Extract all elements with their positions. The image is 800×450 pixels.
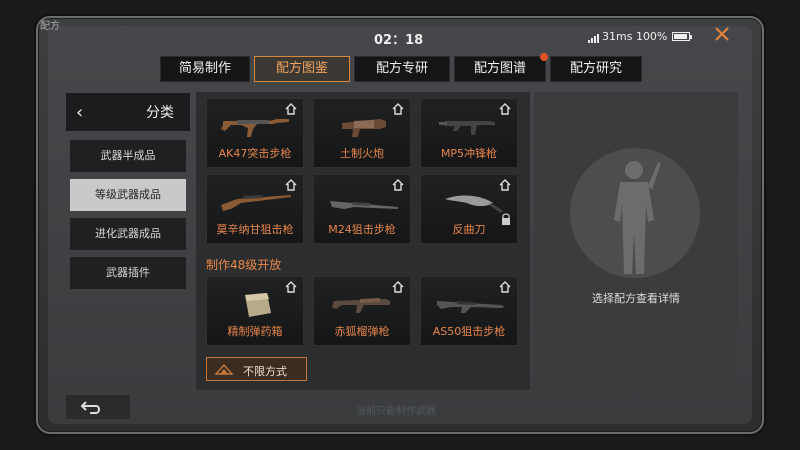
recipe-card-ak47[interactable]: AK47突击步枪 [206, 98, 304, 168]
back-chevron-icon[interactable]: ‹ [76, 102, 100, 123]
recipe-name: 反曲刀 [452, 223, 486, 236]
recipe-name: AS50狙击步枪 [432, 325, 506, 338]
rifle-icon [221, 119, 289, 137]
tab-recipe-atlas[interactable]: 配方图谱 [454, 53, 548, 82]
craft-station-icon [499, 281, 511, 293]
tab-bar: 简易制作 配方图鉴 配方专研 配方图谱 配方研究 [160, 53, 642, 82]
sidebar-item-weapon-parts[interactable]: 武器半成品 [70, 140, 186, 172]
grenade-launcher-icon [332, 298, 390, 313]
sidebar-header: ‹ 分类 [66, 93, 190, 131]
recipe-card-homemade-cannon[interactable]: 土制火炮 [313, 98, 411, 168]
craft-station-icon [499, 103, 511, 115]
cannon-icon [342, 119, 386, 137]
filter-label: 不限方式 [243, 365, 287, 378]
recipe-card-m24[interactable]: M24狙击步枪 [313, 174, 411, 244]
recipe-detail-panel: 选择配方查看详情 [534, 92, 738, 390]
tab-recipe-codex[interactable]: 配方图鉴 [254, 56, 350, 82]
recipe-name: MP5冲锋枪 [440, 147, 498, 160]
footer-hint: 当前只能制作武器 [356, 406, 436, 417]
tab-label: 配方图谱 [473, 61, 526, 76]
section-unlock-label: 制作48级开放 [206, 258, 282, 272]
sniper-icon [330, 201, 398, 209]
battery-icon [672, 32, 692, 41]
recipe-card-ammo-box[interactable]: 精制弹药箱 [206, 276, 304, 346]
recipe-card-mp5[interactable]: MP5冲锋枪 [420, 98, 518, 168]
return-icon [80, 401, 100, 414]
method-filter-button[interactable]: 不限方式 [206, 357, 307, 381]
craft-station-icon [499, 179, 511, 191]
craft-station-icon [285, 179, 297, 191]
recipe-name: AK47突击步枪 [218, 147, 292, 160]
triangle-up-icon [214, 363, 234, 375]
ammo-box-icon [245, 293, 271, 317]
recipe-card-as50[interactable]: AS50狙击步枪 [420, 276, 518, 346]
craft-station-icon [392, 179, 404, 191]
tab-simple-craft[interactable]: 简易制作 [160, 56, 250, 82]
sidebar-item-level-weapons[interactable]: 等级武器成品 [70, 179, 186, 211]
tab-label: 配方专研 [375, 61, 428, 76]
recipe-card-mosin-nagant[interactable]: 莫辛纳甘狙击枪 [206, 174, 304, 244]
soldier-silhouette-icon [614, 161, 661, 274]
recipe-card-grenade-launcher[interactable]: 赤狐榴弹枪 [313, 276, 411, 346]
smg-icon [439, 121, 495, 135]
network-text: 31ms 100% [602, 30, 668, 43]
close-icon [715, 27, 729, 41]
tab-recipe-study[interactable]: 配方专研 [354, 56, 450, 82]
sidebar-item-weapon-mods[interactable]: 武器插件 [70, 257, 186, 289]
window-title: 配方 [40, 21, 60, 32]
craft-station-icon [392, 281, 404, 293]
recipe-card-kukri[interactable]: 反曲刀 [420, 174, 518, 244]
tab-label: 简易制作 [178, 61, 231, 76]
recipe-name: 精制弹药箱 [227, 325, 283, 338]
recipe-name: M24狙击步枪 [328, 223, 396, 236]
craft-station-icon [285, 281, 297, 293]
sidebar-item-evolved-weapons[interactable]: 进化武器成品 [70, 218, 186, 250]
category-sidebar: ‹ 分类 武器半成品 等级武器成品 进化武器成品 武器插件 [66, 93, 190, 289]
sidebar-title: 分类 [146, 105, 174, 121]
network-status: 31ms 100% [588, 30, 667, 43]
craft-station-icon [392, 103, 404, 115]
recipe-name: 赤狐榴弹枪 [334, 325, 390, 338]
clock: 02：18 [374, 33, 424, 48]
close-button[interactable] [712, 25, 732, 45]
tab-label: 配方图鉴 [275, 61, 328, 76]
return-button[interactable] [66, 395, 130, 419]
notification-badge [540, 53, 548, 61]
recipe-name: 土制火炮 [340, 147, 384, 160]
tab-label: 配方研究 [569, 61, 622, 76]
recipe-name: 莫辛纳甘狙击枪 [216, 223, 294, 236]
sniper-icon [221, 195, 291, 211]
machete-icon [445, 195, 503, 213]
tab-recipe-research[interactable]: 配方研究 [550, 56, 642, 82]
detail-hint: 选择配方查看详情 [592, 292, 680, 305]
craft-station-icon [285, 103, 297, 115]
signal-icon [588, 30, 600, 43]
sniper-icon [437, 301, 505, 313]
